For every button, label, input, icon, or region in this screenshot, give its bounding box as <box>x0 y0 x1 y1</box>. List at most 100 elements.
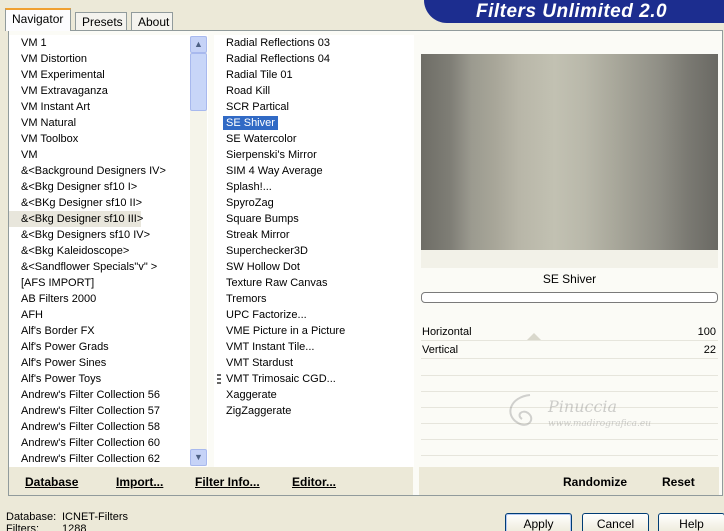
reset-button[interactable]: Reset <box>662 475 695 489</box>
nav-link-bar: Database Import... Filter Info... Editor… <box>9 467 413 495</box>
filter-item[interactable]: Texture Raw Canvas <box>214 275 414 291</box>
filter-item-label: Texture Raw Canvas <box>226 277 328 289</box>
filter-item[interactable]: VMT Instant Tile... <box>214 339 414 355</box>
filter-item[interactable]: SpyroZag <box>214 195 414 211</box>
filter-item[interactable]: VMT Trimosaic CGD... <box>214 371 414 387</box>
param-vertical[interactable]: Vertical 22 <box>421 341 718 359</box>
editor-link[interactable]: Editor... <box>292 475 336 489</box>
scroll-down-icon[interactable]: ▼ <box>190 449 207 466</box>
category-scrollbar[interactable]: ▲ ▼ <box>190 36 207 466</box>
watermark: Pinuccia www.madirografica.eu <box>500 385 680 465</box>
category-item[interactable]: [AFS IMPORT] <box>9 275 208 291</box>
status-database-label: Database: <box>6 511 57 523</box>
filter-item-label: VMT Trimosaic CGD... <box>226 373 336 385</box>
category-item[interactable]: AFH <box>9 307 208 323</box>
filter-item-label: Radial Reflections 03 <box>226 37 330 49</box>
category-item[interactable]: VM Extravaganza <box>9 83 208 99</box>
tab-presets[interactable]: Presets <box>75 12 127 30</box>
parameter-list: Horizontal 100 Vertical 22 <box>421 323 718 359</box>
watermark-signature: Pinuccia <box>548 397 618 416</box>
category-item[interactable]: &<Bkg Kaleidoscope> <box>9 243 208 259</box>
filter-item[interactable]: SIM 4 Way Average <box>214 163 414 179</box>
progress-bar <box>421 292 718 303</box>
filter-item-label: VMT Stardust <box>226 357 294 369</box>
filter-list[interactable]: Radial Reflections 03 Radial Reflections … <box>214 35 414 467</box>
tab-navigator[interactable]: Navigator <box>5 8 71 31</box>
category-item[interactable]: &<Bkg Designer sf10 I> <box>9 179 208 195</box>
category-item[interactable]: &<BKg Designer sf10 II> <box>9 195 208 211</box>
cancel-button[interactable]: Cancel <box>582 513 649 531</box>
filter-item[interactable]: UPC Factorize... <box>214 307 414 323</box>
filter-item[interactable]: Superchecker3D <box>214 243 414 259</box>
filter-item-label: Streak Mirror <box>226 229 290 241</box>
filter-item-label: Splash!... <box>226 181 272 193</box>
filter-item[interactable]: Radial Reflections 04 <box>214 51 414 67</box>
param-horizontal[interactable]: Horizontal 100 <box>421 323 718 341</box>
slider-thumb-icon[interactable] <box>527 333 541 340</box>
filter-item[interactable]: VME Picture in a Picture <box>214 323 414 339</box>
preview-filter-name: SE Shiver <box>542 272 597 286</box>
filter-item[interactable]: SW Hollow Dot <box>214 259 414 275</box>
category-item[interactable]: VM Natural <box>9 115 208 131</box>
category-item[interactable]: VM Experimental <box>9 67 208 83</box>
filter-item[interactable]: Road Kill <box>214 83 414 99</box>
filter-item[interactable]: SE Shiver <box>214 115 414 131</box>
filter-item[interactable]: Xaggerate <box>214 387 414 403</box>
category-item[interactable]: Alf's Border FX <box>9 323 208 339</box>
category-item[interactable]: Andrew's Filter Collection 58 <box>9 419 208 435</box>
filter-item[interactable]: Square Bumps <box>214 211 414 227</box>
filter-item[interactable]: Streak Mirror <box>214 227 414 243</box>
param-label: Vertical <box>422 344 459 356</box>
category-item[interactable]: &<Bkg Designer sf10 III> <box>9 211 143 227</box>
category-list[interactable]: VM 1 VM Distortion VM Experimental VM Extra… <box>9 35 208 467</box>
category-item[interactable]: &<Bkg Designers sf10 IV> <box>9 227 208 243</box>
grip-icon <box>217 374 221 385</box>
watermark-url: www.madirografica.eu <box>548 419 651 429</box>
filter-item[interactable]: Radial Tile 01 <box>214 67 414 83</box>
filter-item[interactable]: SE Watercolor <box>214 131 414 147</box>
category-item[interactable]: AB Filters 2000 <box>9 291 208 307</box>
filter-item[interactable]: Sierpenski's Mirror <box>214 147 414 163</box>
tab-about[interactable]: About <box>131 12 173 30</box>
category-item[interactable]: Andrew's Filter Collection 57 <box>9 403 208 419</box>
category-item[interactable]: &<Background Designers IV> <box>9 163 208 179</box>
filter-item-label: Radial Reflections 04 <box>226 53 330 65</box>
category-item[interactable]: Alf's Power Sines <box>9 355 208 371</box>
filter-item-label: Tremors <box>226 293 267 305</box>
scroll-up-icon[interactable]: ▲ <box>190 36 207 53</box>
filter-item[interactable]: Radial Reflections 03 <box>214 35 414 51</box>
scrollbar-thumb[interactable] <box>190 53 207 111</box>
filter-item-label: Sierpenski's Mirror <box>226 149 317 161</box>
filter-item-label: Superchecker3D <box>226 245 308 257</box>
category-item[interactable]: Andrew's Filter Collection 60 <box>9 435 208 451</box>
category-item[interactable]: VM Instant Art <box>9 99 208 115</box>
category-item[interactable]: Alf's Power Toys <box>9 371 208 387</box>
filter-item[interactable]: SCR Partical <box>214 99 414 115</box>
filter-item-label: Xaggerate <box>226 389 277 401</box>
filter-item-label: SW Hollow Dot <box>226 261 300 273</box>
filter-item-label: VME Picture in a Picture <box>226 325 346 337</box>
filter-item-label: SE Shiver <box>223 116 278 130</box>
apply-button[interactable]: Apply <box>505 513 572 531</box>
category-item[interactable]: VM <box>9 147 208 163</box>
filter-preview-image <box>421 54 718 250</box>
filter-item[interactable]: Tremors <box>214 291 414 307</box>
category-item[interactable]: &<Sandflower Specials"v" > <box>9 259 208 275</box>
randomize-button[interactable]: Randomize <box>563 475 627 489</box>
category-item[interactable]: VM 1 <box>9 35 208 51</box>
database-link[interactable]: Database <box>25 475 78 489</box>
category-item[interactable]: Alf's Power Grads <box>9 339 208 355</box>
import-link[interactable]: Import... <box>116 475 163 489</box>
filter-item-label: SE Watercolor <box>226 133 297 145</box>
status-database-value: ICNET-Filters <box>62 511 128 523</box>
category-item[interactable]: VM Toolbox <box>9 131 208 147</box>
filter-item-label: SIM 4 Way Average <box>226 165 323 177</box>
category-item[interactable]: VM Distortion <box>9 51 208 67</box>
filter-item[interactable]: VMT Stardust <box>214 355 414 371</box>
filter-item[interactable]: Splash!... <box>214 179 414 195</box>
filter-info-link[interactable]: Filter Info... <box>195 475 260 489</box>
help-button[interactable]: Help <box>658 513 724 531</box>
category-item[interactable]: Andrew's Filter Collection 62 <box>9 451 208 467</box>
category-item[interactable]: Andrew's Filter Collection 56 <box>9 387 208 403</box>
filter-item[interactable]: ZigZaggerate <box>214 403 414 419</box>
